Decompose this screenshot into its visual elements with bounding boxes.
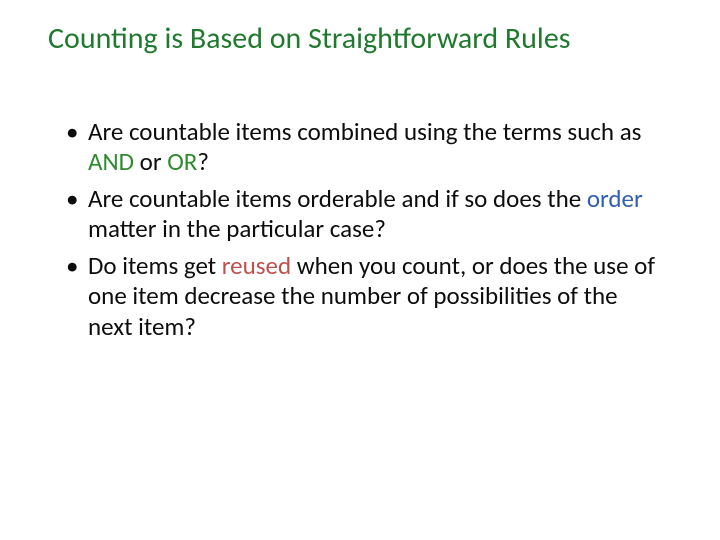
bullet-text: matter in the particular case? [88, 213, 386, 244]
keyword-or: OR [167, 146, 197, 177]
bullet-text: Are countable items combined using the t… [88, 116, 641, 147]
keyword-order: order [587, 183, 643, 214]
slide: Counting is Based on Straightforward Rul… [0, 0, 720, 540]
bullet-text: or [134, 146, 167, 177]
list-item: Do items get reused when you count, or d… [66, 251, 666, 343]
bullet-list: Are countable items combined using the t… [48, 117, 672, 343]
keyword-and: AND [88, 146, 134, 177]
list-item: Are countable items combined using the t… [66, 117, 666, 178]
keyword-reused: reused [222, 250, 291, 281]
slide-title: Counting is Based on Straightforward Rul… [48, 22, 672, 57]
bullet-text: Do items get [88, 250, 222, 281]
bullet-text: Are countable items orderable and if so … [88, 183, 587, 214]
list-item: Are countable items orderable and if so … [66, 184, 666, 245]
bullet-text: ? [197, 146, 209, 177]
